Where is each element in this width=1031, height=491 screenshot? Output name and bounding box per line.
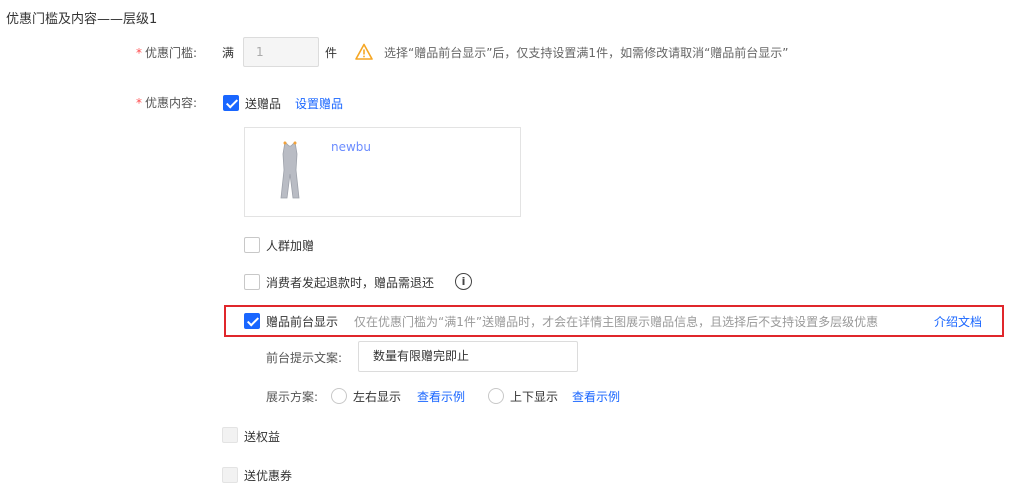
front-display-label: 赠品前台显示 xyxy=(266,315,339,329)
setup-gift-link[interactable]: 设置赠品 xyxy=(295,95,343,112)
threshold-unit: 件 xyxy=(325,46,338,60)
send-gift-label: 送赠品 xyxy=(245,97,282,111)
required-mark: * xyxy=(136,96,142,110)
gift-item-name[interactable]: newbu xyxy=(331,140,371,154)
info-icon[interactable]: i xyxy=(455,273,472,290)
threshold-warning-text: 选择“赠品前台显示”后，仅支持设置满1件，如需修改请取消“赠品前台显示” xyxy=(384,46,789,60)
radio-top-bottom[interactable] xyxy=(488,388,504,404)
radio-left-right-label: 左右显示 xyxy=(353,390,402,404)
front-display-checkbox[interactable] xyxy=(244,313,260,329)
radio-left-right[interactable] xyxy=(331,388,347,404)
refund-return-label: 消费者发起退款时，赠品需退还 xyxy=(266,276,435,290)
tip-text-label: 前台提示文案: xyxy=(266,351,343,365)
content-label: * 优惠内容: xyxy=(136,96,198,110)
view-example-link[interactable]: 查看示例 xyxy=(572,388,620,405)
send-rights-checkbox[interactable] xyxy=(222,427,238,443)
send-coupon-checkbox[interactable] xyxy=(222,467,238,483)
send-gift-checkbox[interactable] xyxy=(223,95,239,111)
required-mark: * xyxy=(136,46,142,60)
warning-triangle-icon xyxy=(355,43,373,60)
crowd-gift-label: 人群加赠 xyxy=(266,239,315,253)
threshold-label: * 优惠门槛: xyxy=(136,46,198,60)
threshold-quantity-input[interactable]: 1 xyxy=(243,37,319,67)
tip-text-input[interactable]: 数量有限赠完即止 xyxy=(358,341,578,372)
gift-item-card: newbu xyxy=(244,127,521,217)
front-display-description: 仅在优惠门槛为“满1件”送赠品时，才会在详情主图展示赠品信息，且选择后不支持设置… xyxy=(354,315,879,329)
radio-top-bottom-label: 上下显示 xyxy=(510,390,559,404)
send-rights-label: 送权益 xyxy=(244,430,281,444)
jumpsuit-thumbnail-icon xyxy=(280,141,300,199)
display-scheme-label: 展示方案: xyxy=(266,390,319,404)
threshold-prefix: 满 xyxy=(222,46,235,60)
refund-return-checkbox[interactable] xyxy=(244,274,260,290)
send-coupon-label: 送优惠券 xyxy=(244,469,293,483)
intro-doc-link[interactable]: 介绍文档 xyxy=(934,313,982,330)
view-example-link[interactable]: 查看示例 xyxy=(417,388,465,405)
section-title: 优惠门槛及内容——层级1 xyxy=(6,12,158,27)
crowd-gift-checkbox[interactable] xyxy=(244,237,260,253)
